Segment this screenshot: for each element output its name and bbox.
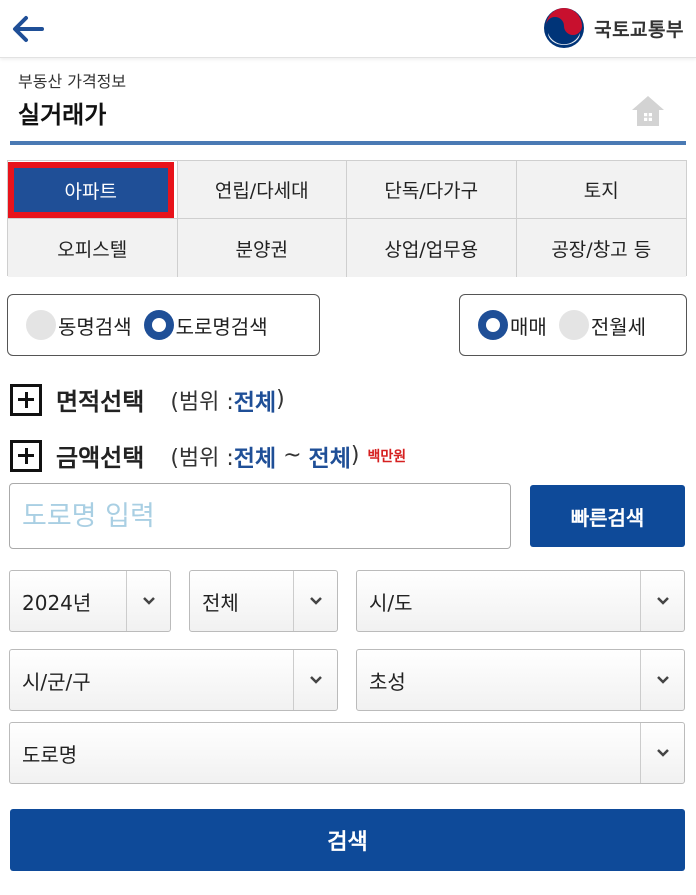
- tab-land[interactable]: 토지: [516, 161, 686, 219]
- header-divider: [10, 141, 686, 145]
- ministry-logo[interactable]: 국토교통부: [542, 6, 684, 50]
- chevron-down-icon: [126, 571, 170, 631]
- road-name-select[interactable]: 도로명: [9, 722, 685, 784]
- sido-select[interactable]: 시/도: [356, 570, 685, 632]
- radio-on-icon: [143, 310, 174, 340]
- property-type-tabs: 아파트 연립/다세대 단독/다가구 토지 오피스텔 분양권 상업/업무용 공장/…: [7, 160, 687, 277]
- price-range-max: 전체: [308, 445, 351, 472]
- price-filter[interactable]: 금액선택 (범위 : 전체 ~ 전체 ) 백만원: [10, 438, 406, 473]
- page-subtitle: 부동산 가격정보: [18, 72, 127, 91]
- search-mode-group: 동명검색 도로명검색: [7, 294, 320, 356]
- chevron-down-icon: [640, 723, 684, 783]
- price-unit: 백만원: [367, 448, 407, 465]
- tab-label: 아파트: [8, 162, 174, 218]
- radio-off-icon: [558, 310, 589, 340]
- radio-road-search[interactable]: 도로명검색: [143, 310, 268, 340]
- price-filter-label: 금액선택: [56, 444, 145, 472]
- area-filter[interactable]: 면적선택 (범위 : 전체 ): [10, 382, 285, 417]
- select-value: 시/도: [369, 590, 413, 615]
- select-value: 2024년: [22, 590, 92, 615]
- year-select[interactable]: 2024년: [9, 570, 171, 632]
- radio-label: 도로명검색: [175, 314, 268, 339]
- tab-factory-warehouse[interactable]: 공장/창고 등: [516, 219, 686, 277]
- radio-on-icon: [478, 310, 508, 340]
- select-value: 초성: [369, 669, 406, 694]
- initial-consonant-select[interactable]: 초성: [356, 649, 685, 711]
- tab-detached-house[interactable]: 단독/다가구: [347, 161, 517, 219]
- select-value: 도로명: [22, 742, 78, 767]
- radio-label: 동명검색: [58, 314, 132, 339]
- home-icon[interactable]: [630, 93, 666, 129]
- period-select[interactable]: 전체: [189, 570, 338, 632]
- sigungu-select[interactable]: 시/군/구: [9, 649, 338, 711]
- range-suffix: ): [350, 443, 360, 468]
- trade-type-group: 매매 전월세: [459, 294, 687, 356]
- area-range-value: 전체: [233, 389, 277, 416]
- tab-row-house[interactable]: 연립/다세대: [177, 161, 347, 219]
- price-range-min: 전체: [233, 445, 277, 472]
- radio-off-icon: [26, 310, 56, 340]
- select-value: 전체: [202, 590, 239, 615]
- chevron-down-icon: [640, 571, 684, 631]
- top-bar: 국토교통부: [0, 0, 696, 58]
- tab-officetel[interactable]: 오피스텔: [8, 219, 178, 277]
- chevron-down-icon: [293, 650, 337, 710]
- ministry-name: 국토교통부: [594, 18, 684, 41]
- page-title: 실거래가: [18, 101, 107, 129]
- area-filter-label: 면적선택: [56, 388, 145, 416]
- page-header: 부동산 가격정보 실거래가: [0, 59, 696, 147]
- expand-plus-icon[interactable]: [10, 383, 42, 416]
- chevron-down-icon: [640, 650, 684, 710]
- chevron-down-icon: [293, 571, 337, 631]
- select-value: 시/군/구: [22, 669, 91, 694]
- expand-plus-icon[interactable]: [10, 439, 42, 472]
- range-suffix: ): [276, 387, 285, 412]
- search-button[interactable]: 검색: [10, 809, 685, 871]
- arrow-left-icon[interactable]: [8, 10, 48, 48]
- radio-dong-search[interactable]: 동명검색: [26, 310, 132, 340]
- range-prefix: (범위 :: [170, 389, 234, 415]
- radio-rent[interactable]: 전월세: [558, 310, 647, 340]
- range-separator: ~: [276, 443, 309, 468]
- quick-search-button[interactable]: 빠른검색: [530, 485, 685, 547]
- tab-commercial[interactable]: 상업/업무용: [347, 219, 517, 277]
- taegeuk-logo-icon: [544, 8, 585, 48]
- tab-presale-right[interactable]: 분양권: [177, 219, 347, 277]
- radio-sale[interactable]: 매매: [478, 310, 547, 340]
- radio-label: 매매: [510, 314, 547, 339]
- road-name-input[interactable]: [9, 483, 511, 549]
- tab-apartment[interactable]: 아파트: [8, 161, 178, 219]
- radio-label: 전월세: [590, 314, 647, 339]
- range-prefix: (범위 :: [170, 445, 234, 471]
